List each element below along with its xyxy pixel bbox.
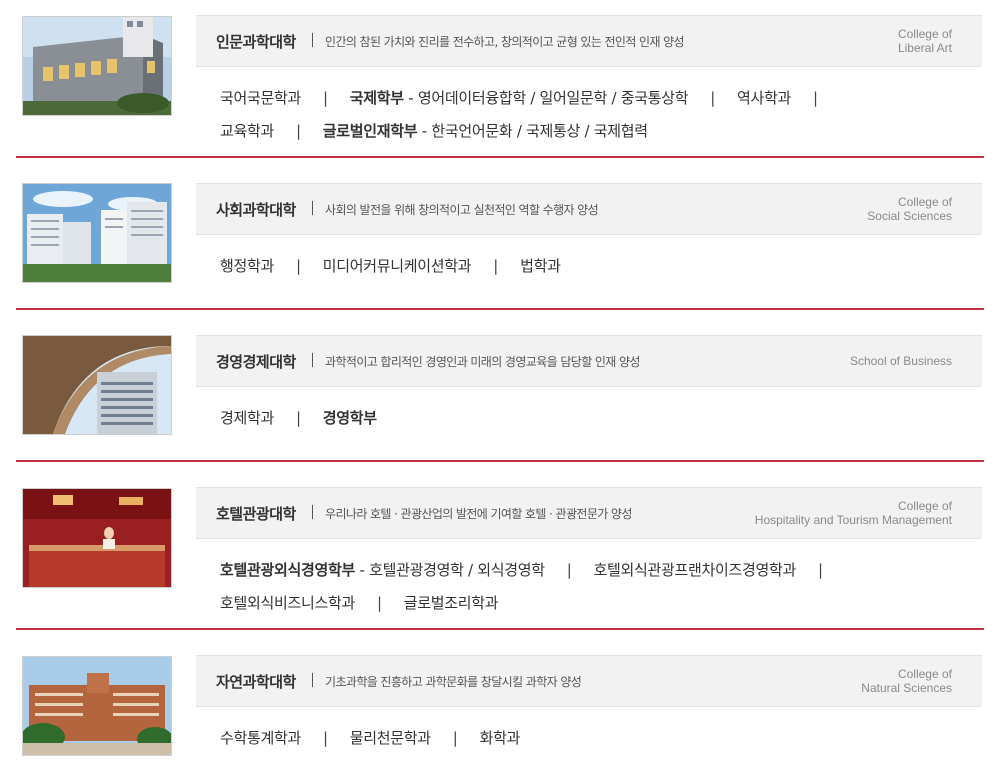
college-header: 자연과학대학 기초과학을 진흥하고 과학문화를 창달시킬 과학자 양성 Coll… [196, 655, 982, 707]
college-image[interactable] [22, 183, 172, 283]
divider: | [818, 561, 823, 579]
dept-public-administration[interactable]: 행정학과 [220, 257, 274, 275]
humanities-building-photo [23, 17, 171, 115]
dept-law[interactable]: 법학과 [520, 257, 561, 275]
department-list: 경제학과 | 경영학부 [220, 402, 960, 435]
dept-international-studies[interactable]: 국제학부 [350, 89, 404, 107]
college-name-en-line1: College of [897, 195, 952, 209]
college-header: 경영경제대학 과학적이고 합리적인 경영인과 미래의 경영교육을 담당할 인재 … [196, 335, 982, 387]
dept-history[interactable]: 역사학과 [737, 89, 791, 107]
dept-media-communication[interactable]: 미디어커뮤니케이션학과 [323, 257, 472, 275]
college-name-en: College of Social Sciences [867, 184, 952, 234]
college-name-ko[interactable]: 자연과학대학 [216, 671, 296, 692]
section-separator [16, 156, 984, 158]
college-name-en: College of Hospitality and Tourism Manag… [755, 488, 952, 538]
section-separator [16, 460, 984, 462]
department-list: 수학통계학과 | 물리천문학과 | 화학과 [220, 722, 960, 755]
header-divider [312, 33, 313, 47]
dept-global-talent[interactable]: 글로벌인재학부 [323, 122, 418, 140]
divider: | [296, 409, 301, 427]
dept-hotel-tourism-majors[interactable]: - 호텔관광경영학 / 외식경영학 [355, 561, 545, 579]
section-separator [16, 308, 984, 310]
divider: | [296, 122, 301, 140]
college-name-en: School of Business [850, 336, 952, 386]
divider: | [377, 594, 382, 612]
college-name-en-line1: School of Business [849, 354, 952, 368]
college-motto: 우리나라 호텔 · 관광산업의 발전에 기여할 호텔 · 관광전문가 양성 [325, 507, 632, 521]
college-name-ko[interactable]: 호텔관광대학 [216, 503, 296, 524]
dept-international-majors[interactable]: - 영어데이터융합학 / 일어일문학 / 중국통상학 [404, 89, 688, 107]
college-motto: 기초과학을 진흥하고 과학문화를 창달시킬 과학자 양성 [325, 675, 582, 689]
dept-hotel-tourism-foodservice[interactable]: 호텔관광외식경영학부 [220, 561, 355, 579]
divider: | [813, 89, 818, 107]
college-image[interactable] [22, 488, 172, 588]
dept-math-statistics[interactable]: 수학통계학과 [220, 729, 301, 747]
college-list: 인문과학대학 인간의 참된 가치와 진리를 전수하고, 창의적이고 균형 있는 … [0, 0, 1008, 774]
header-divider [312, 673, 313, 687]
college-image[interactable] [22, 16, 172, 116]
college-image[interactable] [22, 656, 172, 756]
college-name-ko[interactable]: 경영경제대학 [216, 351, 296, 372]
college-name-en: College of Liberal Art [898, 16, 952, 66]
college-name-en-line2: Social Sciences [867, 209, 952, 223]
college-motto: 사회의 발전을 위해 창의적이고 실천적인 역할 수행자 양성 [325, 203, 599, 217]
header-divider [312, 505, 313, 519]
dept-hotel-foodservice-business[interactable]: 호텔외식비즈니스학과 [220, 594, 355, 612]
divider: | [710, 89, 715, 107]
college-name-en-line1: College of [897, 27, 952, 41]
college-name-ko[interactable]: 인문과학대학 [216, 31, 296, 52]
dept-economics[interactable]: 경제학과 [220, 409, 274, 427]
social-sciences-building-photo [23, 184, 171, 282]
section-separator [16, 628, 984, 630]
college-image[interactable] [22, 335, 172, 435]
college-name-en-line1: College of [897, 499, 952, 513]
college-motto: 과학적이고 합리적인 경영인과 미래의 경영교육을 담당할 인재 양성 [325, 355, 640, 369]
natural-sciences-building-photo [23, 657, 171, 755]
college-name-en-line2: Liberal Art [897, 41, 952, 55]
college-name-en: College of Natural Sciences [861, 656, 952, 706]
divider: | [323, 729, 328, 747]
college-name-en-line2: Hospitality and Tourism Management [754, 513, 952, 527]
dept-global-majors[interactable]: - 한국언어문화 / 국제통상 / 국제협력 [417, 122, 648, 140]
college-header: 호텔관광대학 우리나라 호텔 · 관광산업의 발전에 기여할 호텔 · 관광전문… [196, 487, 982, 539]
college-motto: 인간의 참된 가치와 진리를 전수하고, 창의적이고 균형 있는 전인적 인재 … [325, 35, 685, 49]
college-name-en-line1: College of [897, 667, 952, 681]
divider: | [296, 257, 301, 275]
divider: | [452, 729, 458, 747]
dept-korean-literature[interactable]: 국어국문학과 [220, 89, 301, 107]
dept-global-culinary[interactable]: 글로벌조리학과 [404, 594, 499, 612]
dept-hotel-franchise[interactable]: 호텔외식관광프랜차이즈경영학과 [594, 561, 797, 579]
dept-business-administration[interactable]: 경영학부 [323, 409, 377, 427]
dept-physics-astronomy[interactable]: 물리천문학과 [350, 729, 431, 747]
divider: | [323, 89, 328, 107]
department-list: 호텔관광외식경영학부 - 호텔관광경영학 / 외식경영학 | 호텔외식관광프랜차이즈… [220, 554, 960, 620]
department-list: 국어국문학과 | 국제학부 - 영어데이터융합학 / 일어일문학 / 중국통상학 | 역… [220, 82, 960, 148]
divider: | [566, 561, 572, 579]
department-list: 행정학과 | 미디어커뮤니케이션학과 | 법학과 [220, 250, 960, 283]
college-header: 인문과학대학 인간의 참된 가치와 진리를 전수하고, 창의적이고 균형 있는 … [196, 15, 982, 67]
college-name-en-line2: Natural Sciences [861, 681, 952, 695]
dept-chemistry[interactable]: 화학과 [480, 729, 521, 747]
college-name-ko[interactable]: 사회과학대학 [216, 199, 296, 220]
hotel-lobby-photo [23, 489, 171, 587]
college-header: 사회과학대학 사회의 발전을 위해 창의적이고 실천적인 역할 수행자 양성 C… [196, 183, 982, 235]
dept-education[interactable]: 교육학과 [220, 122, 274, 140]
header-divider [312, 201, 313, 215]
header-divider [312, 353, 313, 367]
business-building-photo [23, 336, 171, 434]
divider: | [493, 257, 499, 275]
